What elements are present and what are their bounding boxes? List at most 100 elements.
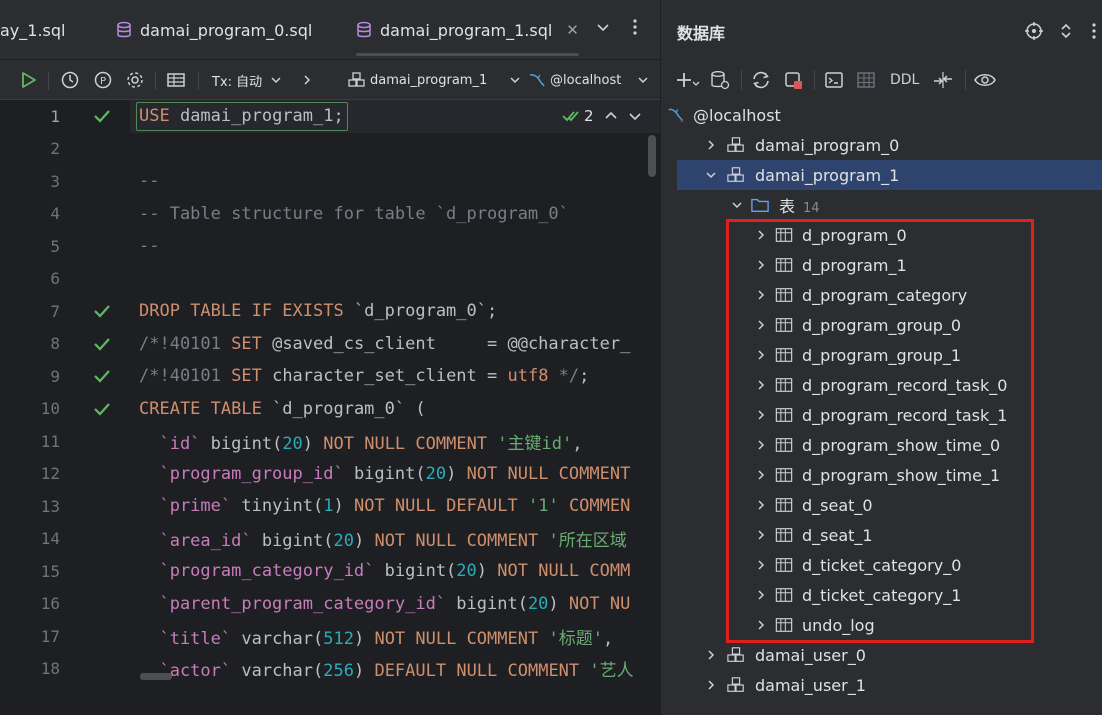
code-line[interactable]: 8 /*!40101 SET @saved_cs_client = @@chara… — [0, 328, 660, 361]
code-text: `area_id` bigint(20) NOT NULL COMMENT '所… — [139, 526, 626, 551]
tab-file-ay-1[interactable]: ay_1.sql — [0, 0, 65, 60]
code-line[interactable]: 17 `title` varchar(512) NOT NULL COMMENT… — [0, 620, 660, 653]
locate-icon[interactable] — [1023, 20, 1045, 42]
tree-node-schema[interactable]: damai_user_0 — [661, 640, 1102, 670]
code-text: `prime` tinyint(1) NOT NULL DEFAULT '1' … — [139, 496, 630, 516]
code-token: tinyint( — [241, 496, 324, 517]
code-token: bigint( — [456, 593, 528, 614]
checkmark-icon — [94, 403, 110, 416]
add-icon[interactable] — [675, 68, 701, 92]
line-number: 13 — [40, 496, 60, 516]
tree-node-text: @localhost — [693, 105, 781, 125]
line-number: 8 — [50, 334, 60, 354]
chevron-down-icon[interactable] — [731, 199, 743, 211]
code-line[interactable]: 13 `prime` tinyint(1) NOT NULL DEFAULT '… — [0, 490, 660, 523]
horizontal-scrollbar[interactable] — [140, 673, 172, 680]
code-line[interactable]: 4 -- Table structure for table `d_program… — [0, 198, 660, 231]
tree-node-datasource[interactable]: @localhost — [661, 100, 1102, 130]
compare-icon[interactable] — [932, 68, 954, 92]
code-token: 1 — [323, 496, 334, 517]
transaction-mode-dropdown[interactable]: Tx: 自动 — [212, 68, 282, 92]
tree-node-label: damai_user_0 — [755, 646, 866, 665]
code-line[interactable]: 1 USE damai_program_1; — [0, 100, 660, 133]
refresh-icon[interactable] — [750, 68, 772, 92]
code-line[interactable]: 14 `area_id` bigint(20) NOT NULL COMMENT… — [0, 523, 660, 556]
code-token: NOT NULL DEFAULT — [353, 496, 528, 517]
code-area[interactable]: 1 USE damai_program_1; 2 3 -- 4 -- Table struc… — [0, 100, 660, 715]
ddl-button[interactable]: DDL — [890, 68, 919, 92]
code-line[interactable]: 6 — [0, 263, 660, 296]
code-line[interactable]: 7 DROP TABLE IF EXISTS `d_program_0`; — [0, 295, 660, 328]
tab-file-damai-program-0[interactable]: damai_program_0.sql — [116, 0, 312, 60]
chevron-right-icon[interactable] — [705, 649, 717, 661]
code-line[interactable]: 9 /*!40101 SET character_set_client = utf… — [0, 360, 660, 393]
code-line[interactable]: 10 CREATE TABLE `d_program_0` ( — [0, 393, 660, 426]
code-line[interactable]: 15 `program_category_id` bigint(20) NOT … — [0, 555, 660, 588]
expand-collapse-icon[interactable] — [1055, 20, 1077, 42]
inspection-count: 2 — [584, 107, 594, 125]
code-token: ) — [446, 463, 467, 484]
datasource-properties-icon[interactable] — [710, 68, 730, 92]
code-line[interactable]: 18 `actor` varchar(256) DEFAULT NULL COM… — [0, 653, 660, 686]
chevron-down-icon — [638, 77, 648, 84]
code-line[interactable]: 11 `id` bigint(20) NOT NULL COMMENT '主键i… — [0, 425, 660, 458]
code-line[interactable]: 3 -- — [0, 165, 660, 198]
code-token: NOT NULL COMM — [497, 561, 631, 582]
line-number: 4 — [50, 204, 60, 224]
code-line[interactable]: 2 — [0, 133, 660, 166]
code-token: 256 — [323, 661, 354, 682]
datasource-selector[interactable]: @localhost — [528, 68, 649, 92]
tree-node-schema[interactable]: damai_program_1 — [677, 160, 1102, 190]
more-vertical-icon[interactable] — [632, 18, 638, 40]
code-token: -- Table structure for table `d_program_… — [139, 203, 569, 224]
line-number: 10 — [40, 399, 60, 419]
chevron-right-icon[interactable] — [705, 139, 717, 151]
close-icon[interactable]: ✕ — [566, 21, 579, 39]
line-number: 15 — [40, 561, 60, 581]
code-token: ) — [353, 661, 375, 682]
chevron-down-icon[interactable] — [705, 169, 717, 181]
code-line[interactable]: 16 `parent_program_category_id` bigint(2… — [0, 588, 660, 621]
tree-node-label: @localhost — [693, 106, 781, 125]
disconnect-icon[interactable] — [784, 68, 804, 92]
line-number: 11 — [40, 431, 60, 451]
chevron-up-icon[interactable] — [604, 109, 618, 123]
open-console-icon[interactable] — [824, 68, 844, 92]
tree-node-schema[interactable]: damai_program_0 — [661, 130, 1102, 160]
code-token: /*!40101 — [139, 366, 232, 387]
checkmark-icon — [94, 370, 110, 383]
inspection-status[interactable]: 2 — [562, 107, 594, 125]
tab-label: ay_1.sql — [0, 20, 66, 40]
checkmark-icon — [94, 110, 110, 123]
code-token: 20 — [282, 433, 303, 454]
code-token: -- — [139, 171, 160, 192]
code-token: ) — [302, 433, 324, 454]
code-token: NOT NULL COMMENT — [466, 463, 631, 484]
code-line[interactable]: 12 `program_group_id` bigint(20) NOT NUL… — [0, 458, 660, 491]
schema-selector[interactable]: damai_program_1 — [348, 68, 521, 92]
chevron-down-icon[interactable] — [596, 20, 610, 38]
eye-icon[interactable] — [974, 68, 996, 92]
code-token: -- — [139, 236, 160, 257]
run-icon[interactable] — [18, 68, 38, 92]
line-number: 7 — [50, 301, 60, 321]
tree-node-folder[interactable]: 表 14 — [661, 190, 1102, 220]
vertical-scrollbar[interactable] — [648, 135, 656, 177]
more-vertical-icon[interactable] — [1083, 20, 1102, 42]
chevron-down-icon — [510, 77, 520, 84]
tab-file-damai-program-1[interactable]: damai_program_1.sql ✕ — [356, 0, 579, 60]
chevron-right-icon[interactable] — [301, 68, 313, 92]
chevron-right-icon[interactable] — [705, 679, 717, 691]
chevron-down-icon[interactable] — [628, 109, 642, 123]
explain-plan-icon[interactable]: P — [93, 68, 113, 92]
history-icon[interactable] — [60, 68, 80, 92]
inspection-widget[interactable]: 2 — [562, 107, 642, 125]
editor-toolbar: P Tx: 自动 damai_program_1 @localhost — [0, 60, 660, 100]
table-view-icon[interactable] — [166, 68, 186, 92]
gear-icon[interactable] — [125, 68, 145, 92]
datasource-label: @localhost — [550, 72, 622, 88]
code-token: `d_program_0` ( — [272, 398, 426, 419]
tree-node-schema[interactable]: damai_user_1 — [661, 670, 1102, 700]
code-line[interactable]: 5 -- — [0, 230, 660, 263]
toolbar-divider — [965, 70, 966, 90]
